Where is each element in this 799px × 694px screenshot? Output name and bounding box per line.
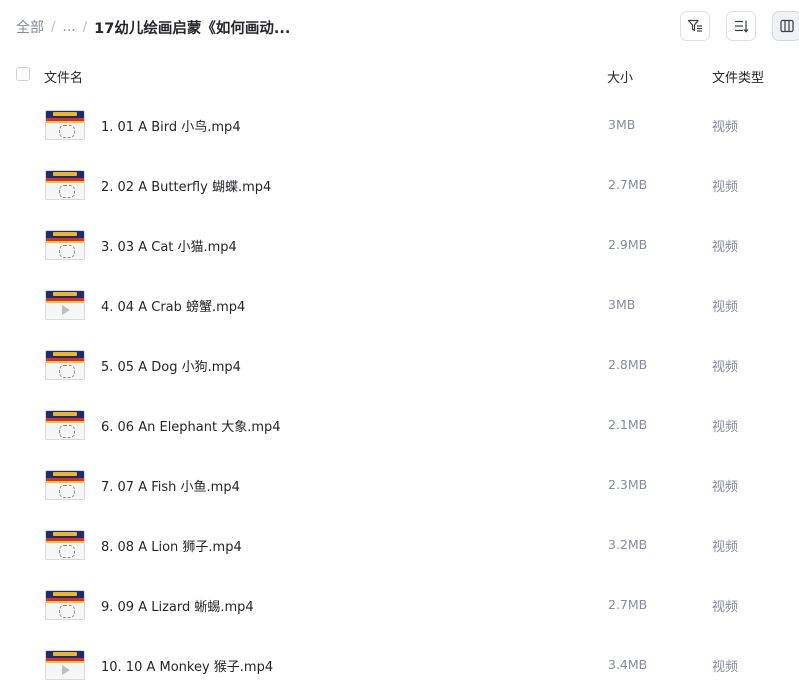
breadcrumb-separator: / (82, 19, 88, 35)
column-view-button[interactable] (772, 11, 799, 41)
breadcrumb-separator: / (51, 19, 56, 35)
file-list: 1. 01 A Bird 小鸟.mp4 3MB 视频 2. 02 A Butte… (0, 95, 799, 694)
sort-icon (733, 18, 749, 34)
file-row[interactable]: 5. 05 A Dog 小狗.mp4 2.8MB 视频 (0, 335, 799, 395)
file-name[interactable]: 3. 03 A Cat 小猫.mp4 (101, 236, 237, 255)
breadcrumb-ellipsis[interactable]: ... (62, 19, 75, 35)
filter-icon (687, 18, 703, 34)
file-row[interactable]: 9. 09 A Lizard 蜥蜴.mp4 2.7MB 视频 (0, 575, 799, 635)
file-name[interactable]: 8. 08 A Lion 狮子.mp4 (101, 536, 242, 555)
video-thumbnail (45, 470, 85, 500)
file-row[interactable]: 8. 08 A Lion 狮子.mp4 3.2MB 视频 (0, 515, 799, 575)
file-type: 视频 (712, 300, 739, 315)
file-size: 2.1MB (608, 417, 648, 432)
file-row[interactable]: 2. 02 A Butterfly 蝴蝶.mp4 2.7MB 视频 (0, 155, 799, 215)
file-type: 视频 (712, 540, 739, 555)
file-type: 视频 (712, 240, 739, 255)
file-type: 视频 (712, 420, 739, 435)
file-type: 视频 (712, 660, 739, 675)
file-row[interactable]: 6. 06 An Elephant 大象.mp4 2.1MB 视频 (0, 395, 799, 455)
file-size: 2.7MB (608, 177, 648, 192)
sort-button[interactable] (726, 11, 756, 41)
file-size: 2.3MB (608, 477, 648, 492)
file-row[interactable]: 3. 03 A Cat 小猫.mp4 2.9MB 视频 (0, 215, 799, 275)
column-size-header[interactable]: 大小 (607, 67, 633, 86)
file-name[interactable]: 7. 07 A Fish 小鱼.mp4 (101, 476, 240, 495)
file-type: 视频 (712, 360, 739, 375)
video-thumbnail (45, 350, 85, 380)
file-name[interactable]: 5. 05 A Dog 小狗.mp4 (101, 356, 241, 375)
column-view-icon (779, 18, 795, 34)
file-row[interactable]: 7. 07 A Fish 小鱼.mp4 2.3MB 视频 (0, 455, 799, 515)
file-row[interactable]: 1. 01 A Bird 小鸟.mp4 3MB 视频 (0, 95, 799, 155)
file-size: 3MB (608, 297, 636, 312)
select-all-checkbox[interactable] (16, 67, 30, 81)
file-row[interactable]: 4. 04 A Crab 螃蟹.mp4 3MB 视频 (0, 275, 799, 335)
file-name[interactable]: 6. 06 An Elephant 大象.mp4 (101, 416, 281, 435)
play-icon (62, 665, 70, 675)
video-thumbnail (45, 290, 85, 320)
file-size: 3MB (608, 117, 636, 132)
file-name[interactable]: 2. 02 A Butterfly 蝴蝶.mp4 (101, 176, 271, 195)
breadcrumb: 全部 / ... / 17幼儿绘画启蒙《如何画动... (16, 16, 290, 38)
video-thumbnail (45, 590, 85, 620)
play-icon (62, 305, 70, 315)
file-browser: 全部 / ... / 17幼儿绘画启蒙《如何画动... 文件名 大小 文件类型 … (0, 0, 799, 694)
breadcrumb-current-folder: 17幼儿绘画启蒙《如何画动... (94, 20, 291, 37)
file-size: 3.4MB (608, 657, 648, 672)
column-name-header[interactable]: 文件名 (44, 67, 83, 86)
file-size: 3.2MB (608, 537, 648, 552)
file-type: 视频 (712, 180, 739, 195)
file-type: 视频 (712, 120, 739, 135)
video-thumbnail (45, 530, 85, 560)
filter-button[interactable] (680, 11, 710, 41)
file-name[interactable]: 1. 01 A Bird 小鸟.mp4 (101, 116, 241, 135)
column-header: 文件名 大小 文件类型 (0, 58, 799, 92)
file-name[interactable]: 10. 10 A Monkey 猴子.mp4 (101, 656, 273, 675)
file-size: 2.7MB (608, 597, 648, 612)
breadcrumb-root[interactable]: 全部 (16, 17, 44, 37)
video-thumbnail (45, 410, 85, 440)
video-thumbnail (45, 110, 85, 140)
file-row[interactable]: 10. 10 A Monkey 猴子.mp4 3.4MB 视频 (0, 635, 799, 694)
header: 全部 / ... / 17幼儿绘画启蒙《如何画动... (0, 0, 799, 54)
file-name[interactable]: 4. 04 A Crab 螃蟹.mp4 (101, 296, 245, 315)
video-thumbnail (45, 230, 85, 260)
file-size: 2.8MB (608, 357, 648, 372)
file-size: 2.9MB (608, 237, 648, 252)
column-type-header[interactable]: 文件类型 (712, 67, 764, 86)
file-type: 视频 (712, 600, 739, 615)
file-name[interactable]: 9. 09 A Lizard 蜥蜴.mp4 (101, 596, 254, 615)
toolbar (664, 11, 799, 41)
video-thumbnail (45, 170, 85, 200)
video-thumbnail (45, 650, 85, 680)
file-type: 视频 (712, 480, 739, 495)
